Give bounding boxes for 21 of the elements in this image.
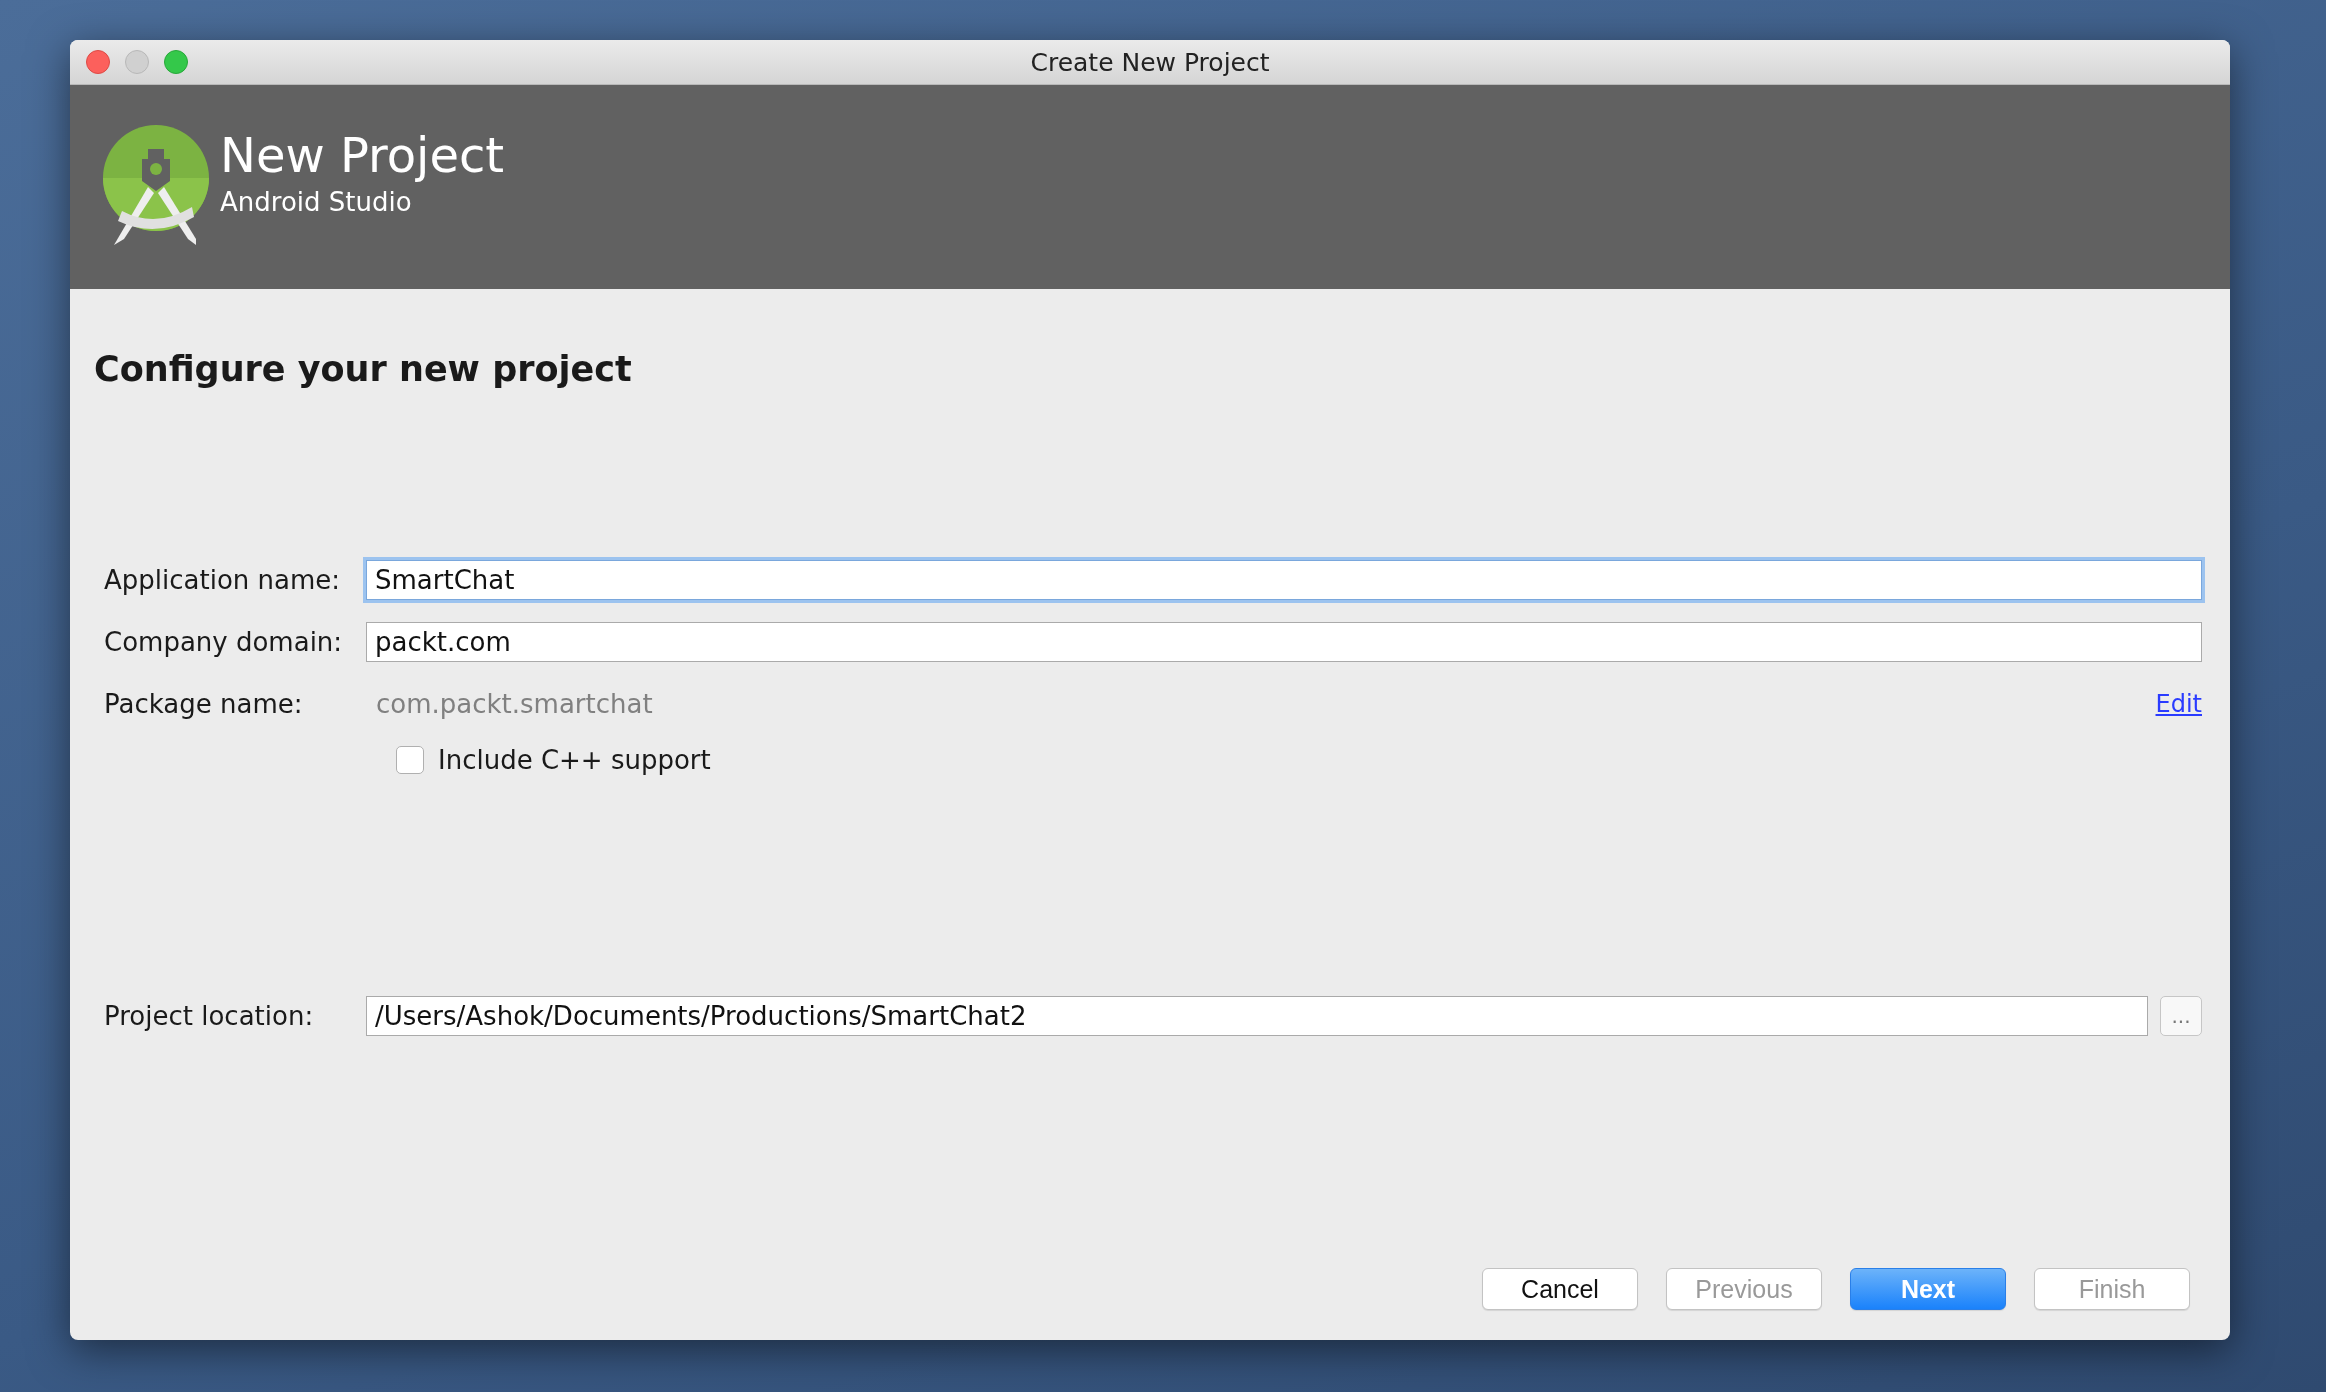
page-heading: Configure your new project: [94, 349, 633, 389]
text-field[interactable]: SmartChat: [366, 560, 2202, 600]
field-label: Project location:: [103, 1001, 315, 1031]
text-field[interactable]: packt.com: [366, 622, 2202, 662]
dialog-button[interactable]: Cancel: [1482, 1268, 1638, 1310]
field-label: Application name:: [103, 565, 342, 595]
checkbox[interactable]: [396, 746, 424, 774]
header-title: New Project: [220, 127, 505, 183]
browse-button[interactable]: ...: [2160, 996, 2202, 1036]
minimize-button[interactable]: [125, 50, 149, 74]
close-button[interactable]: [86, 50, 110, 74]
header-subtitle: Android Studio: [220, 187, 413, 217]
checkbox-label: Include C++ support: [438, 745, 711, 775]
field-label: Package name:: [103, 689, 304, 719]
field-label: Company domain:: [103, 627, 344, 657]
zoom-button[interactable]: [164, 50, 188, 74]
location-field[interactable]: /Users/Ashok/Documents/Productions/SmartChat2: [366, 996, 2148, 1036]
edit-link[interactable]: Edit: [2155, 690, 2202, 718]
package-name-value: com.packt.smartchat: [375, 689, 654, 719]
dialog-button[interactable]: Next: [1850, 1268, 2006, 1310]
window-title: Create New Project: [1030, 47, 1270, 77]
